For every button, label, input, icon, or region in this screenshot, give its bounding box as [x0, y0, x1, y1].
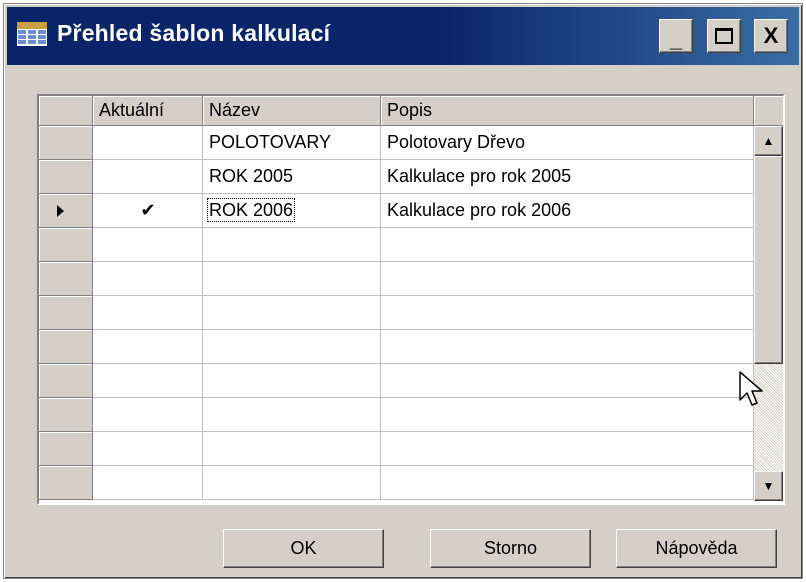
- table-cell-description[interactable]: Kalkulace pro rok 2006: [381, 194, 754, 228]
- scroll-up-button[interactable]: ▲: [754, 126, 783, 156]
- table-cell-empty[interactable]: [381, 330, 754, 364]
- table-cell-empty[interactable]: [93, 296, 203, 330]
- row-selector[interactable]: [39, 160, 93, 194]
- table-icon: [17, 22, 47, 46]
- table-cell-empty[interactable]: [203, 398, 381, 432]
- row-selector[interactable]: [39, 466, 93, 500]
- row-selector[interactable]: [39, 398, 93, 432]
- close-button[interactable]: X: [754, 19, 788, 53]
- row-selector[interactable]: [39, 432, 93, 466]
- table-cell-empty[interactable]: [203, 262, 381, 296]
- vertical-scrollbar[interactable]: ▲ ▼: [754, 126, 783, 501]
- table-cell-empty[interactable]: [93, 262, 203, 296]
- table-cell-description[interactable]: Kalkulace pro rok 2005: [381, 160, 754, 194]
- table-cell-name[interactable]: ROK 2005: [203, 160, 381, 194]
- table-cell-empty[interactable]: [203, 364, 381, 398]
- ok-button[interactable]: OK: [223, 529, 384, 568]
- table-cell-name[interactable]: POLOTOVARY: [203, 126, 381, 160]
- table-cell-empty[interactable]: [381, 262, 754, 296]
- checkmark-icon: ✔: [140, 200, 156, 220]
- templates-table: Aktuální Název Popis POLOTOVARY Polotova…: [37, 94, 785, 505]
- table-cell-empty[interactable]: [93, 364, 203, 398]
- table-cell-empty[interactable]: [93, 432, 203, 466]
- row-selector-current[interactable]: [39, 194, 93, 228]
- minimize-icon: _: [669, 27, 683, 52]
- mouse-cursor-icon: [739, 371, 763, 406]
- row-selector[interactable]: [39, 262, 93, 296]
- table-cell-empty[interactable]: [93, 330, 203, 364]
- row-selector[interactable]: [39, 330, 93, 364]
- table-cell-empty[interactable]: [203, 296, 381, 330]
- table-cell-empty[interactable]: [381, 364, 754, 398]
- column-header-name[interactable]: Název: [203, 96, 381, 126]
- header-corner: [754, 96, 783, 126]
- scrollbar-thumb[interactable]: [754, 156, 783, 364]
- table-cell-empty[interactable]: [381, 398, 754, 432]
- close-icon: X: [763, 23, 779, 48]
- maximize-button[interactable]: [707, 19, 741, 53]
- minimize-button[interactable]: _: [659, 19, 693, 53]
- table-cell-current[interactable]: [93, 160, 203, 194]
- scroll-down-button[interactable]: ▼: [754, 471, 783, 501]
- table-cell-name-focused[interactable]: ROK 2006: [203, 194, 381, 228]
- table-cell-current[interactable]: [93, 126, 203, 160]
- table-cell-empty[interactable]: [93, 466, 203, 500]
- table-cell-empty[interactable]: [381, 432, 754, 466]
- help-button[interactable]: Nápověda: [616, 529, 777, 568]
- table-cell-empty[interactable]: [93, 398, 203, 432]
- window-title: Přehled šablon kalkulací: [57, 20, 331, 46]
- title-bar[interactable]: Přehled šablon kalkulací _ X: [7, 7, 799, 65]
- column-header-description[interactable]: Popis: [381, 96, 754, 126]
- row-selector[interactable]: [39, 296, 93, 330]
- row-selector[interactable]: [39, 364, 93, 398]
- table-cell-empty[interactable]: [93, 228, 203, 262]
- table-cell-current[interactable]: ✔: [93, 194, 203, 228]
- table-cell-empty[interactable]: [203, 228, 381, 262]
- cancel-button[interactable]: Storno: [430, 529, 591, 568]
- column-header-current[interactable]: Aktuální: [93, 96, 203, 126]
- row-selector[interactable]: [39, 126, 93, 160]
- table-cell-empty[interactable]: [203, 432, 381, 466]
- current-row-pointer-icon: [57, 205, 64, 217]
- table-cell-description[interactable]: Polotovary Dřevo: [381, 126, 754, 160]
- row-header-corner: [39, 96, 93, 126]
- table-cell-empty[interactable]: [381, 466, 754, 500]
- table-cell-empty[interactable]: [203, 466, 381, 500]
- dialog-window: Přehled šablon kalkulací _ X Aktuální Ná…: [3, 3, 803, 579]
- arrow-up-icon: ▲: [762, 134, 775, 148]
- table-cell-empty[interactable]: [381, 228, 754, 262]
- maximize-icon: [715, 28, 733, 44]
- table-cell-empty[interactable]: [381, 296, 754, 330]
- table-cell-empty[interactable]: [203, 330, 381, 364]
- arrow-down-icon: ▼: [762, 479, 775, 493]
- row-selector[interactable]: [39, 228, 93, 262]
